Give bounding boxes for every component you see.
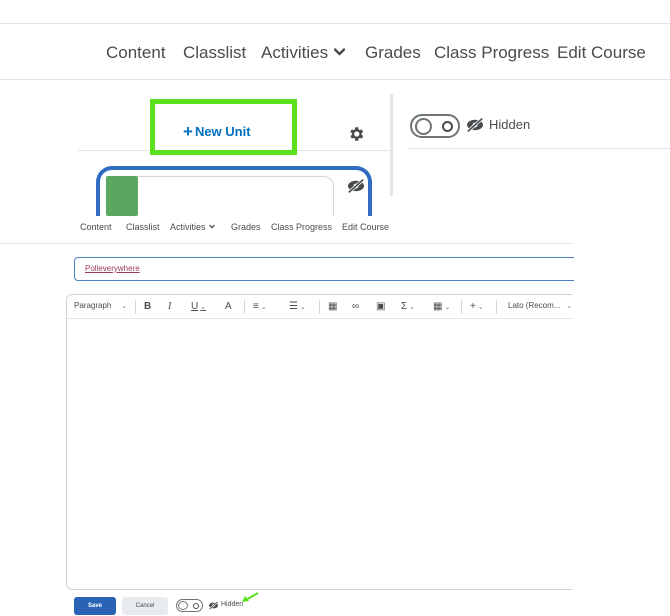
nav-activities-label: Activities	[261, 43, 329, 62]
nav-grades[interactable]: Grades	[231, 222, 261, 232]
top-strip	[0, 0, 670, 24]
plus-icon[interactable]: + ⌄	[470, 301, 484, 312]
eye-slash-icon	[208, 601, 219, 610]
nav-content[interactable]: Content	[106, 43, 166, 63]
unit-title-area	[138, 176, 334, 216]
save-button[interactable]: Save	[74, 597, 116, 615]
underline-icon[interactable]: U ⌄	[191, 301, 206, 312]
right-pane-divider	[408, 148, 670, 149]
toolbar-separator	[496, 300, 497, 314]
nav-class-progress[interactable]: Class Progress	[434, 43, 549, 63]
course-navbar: Content Classlist Activities Grades Clas…	[0, 24, 670, 80]
eye-slash-icon	[466, 117, 484, 133]
visibility-label: Hidden	[489, 117, 531, 132]
font-select-label: Lato (Recom...	[508, 301, 561, 310]
toggle-knob	[178, 601, 188, 610]
toolbar-separator	[135, 300, 136, 314]
visibility-toggle[interactable]	[410, 114, 460, 138]
nav-classlist[interactable]: Classlist	[126, 222, 160, 232]
bold-icon[interactable]: B	[144, 301, 151, 312]
list-icon[interactable]: ☰ ⌄	[289, 301, 306, 312]
visibility-toggle-small[interactable]	[176, 599, 203, 612]
nav-activities[interactable]: Activities	[261, 43, 346, 63]
unit-title-input[interactable]: Polleverywhere	[74, 257, 574, 281]
format-select[interactable]: Paragraph ⌄	[74, 301, 127, 310]
toggle-off-indicator	[442, 121, 453, 132]
toggle-knob	[415, 118, 432, 135]
unit-card[interactable]	[96, 166, 372, 216]
image-icon[interactable]: ▣	[376, 301, 385, 312]
text-color-icon[interactable]: A	[225, 301, 232, 312]
table-icon[interactable]: ▦ ⌄	[433, 301, 450, 312]
toolbar-separator	[319, 300, 320, 314]
rich-text-editor[interactable]: Paragraph ⌄ B I U ⌄ A ≡ ⌄ ☰ ⌄ ▦ ∞ ▣ Σ ⌄ ▦ ⌄ + ⌄…	[66, 294, 573, 590]
equation-icon[interactable]: Σ ⌄	[401, 301, 415, 312]
nav-edit-course[interactable]: Edit Course	[557, 43, 646, 63]
nav-classlist[interactable]: Classlist	[183, 43, 246, 63]
course-navbar-small: Content Classlist Activities Grades Clas…	[0, 216, 572, 244]
nav-edit-course[interactable]: Edit Course	[342, 222, 389, 232]
pane-divider	[390, 94, 393, 196]
nav-activities-label: Activities	[170, 222, 206, 232]
nav-activities[interactable]: Activities	[170, 222, 215, 232]
nav-class-progress[interactable]: Class Progress	[271, 222, 332, 232]
link-icon[interactable]: ∞	[352, 301, 359, 312]
format-select-label: Paragraph	[74, 301, 112, 310]
zoomed-course-header: Content Classlist Activities Grades Clas…	[0, 0, 670, 216]
align-icon[interactable]: ≡ ⌄	[253, 301, 267, 312]
nav-content[interactable]: Content	[80, 222, 112, 232]
gear-icon[interactable]	[347, 125, 365, 143]
arrow-annotation-icon	[242, 592, 259, 602]
insert-stuff-icon[interactable]: ▦	[328, 301, 337, 312]
chevron-down-icon	[334, 48, 346, 56]
chevron-down-icon	[208, 224, 215, 229]
highlight-box	[150, 99, 297, 155]
italic-icon[interactable]: I	[168, 301, 171, 312]
toolbar-separator	[461, 300, 462, 314]
toolbar-separator	[244, 300, 245, 314]
nav-grades[interactable]: Grades	[365, 43, 421, 63]
unit-thumbnail	[106, 176, 138, 216]
editor-toolbar: Paragraph ⌄ B I U ⌄ A ≡ ⌄ ☰ ⌄ ▦ ∞ ▣ Σ ⌄ ▦ ⌄ + ⌄…	[67, 295, 573, 319]
cancel-button[interactable]: Cancel	[122, 597, 168, 615]
font-select[interactable]: Lato (Recom... ⌄	[508, 301, 572, 310]
eye-slash-icon[interactable]	[346, 178, 366, 194]
toggle-off-indicator	[193, 603, 199, 609]
